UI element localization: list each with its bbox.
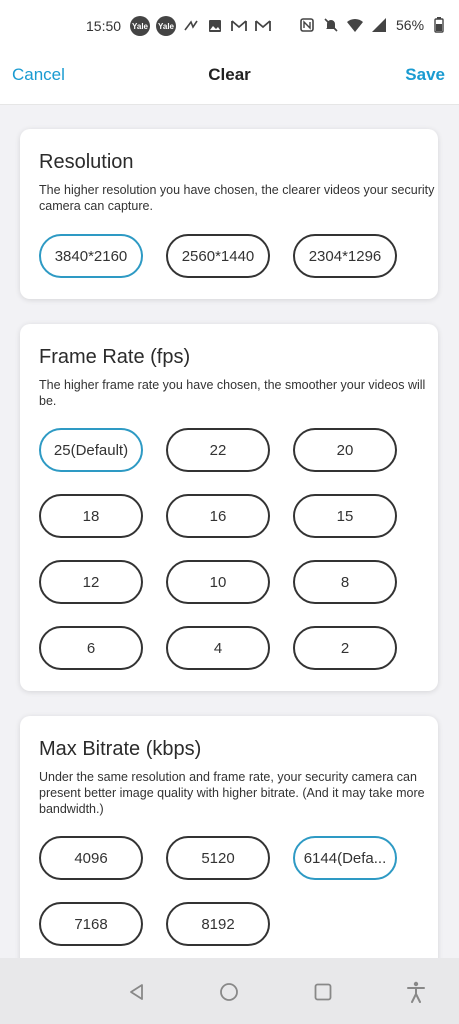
fps-option-2[interactable]: 2	[293, 626, 397, 670]
resolution-description: The higher resolution you have chosen, t…	[39, 183, 435, 213]
gallery-icon	[206, 17, 224, 35]
fps-option-6[interactable]: 6	[39, 626, 143, 670]
fps-option-16[interactable]: 16	[166, 494, 270, 538]
status-time: 15:50	[86, 18, 122, 34]
gmail-icon-2	[254, 17, 272, 35]
frame-rate-description: The higher frame rate you have chosen, t…	[39, 378, 426, 408]
recents-icon[interactable]	[311, 980, 335, 1004]
home-icon[interactable]	[217, 980, 241, 1004]
battery-icon	[430, 16, 448, 34]
bitrate-option-8192[interactable]: 8192	[166, 902, 270, 946]
max-bitrate-card: Max Bitrate (kbps) Under the same resolu…	[20, 716, 438, 976]
status-bar: 15:50 Yale Yale 56%	[0, 0, 459, 52]
resolution-option-2560[interactable]: 2560*1440	[166, 234, 270, 278]
yale-app-icon-2: Yale	[156, 16, 176, 36]
fps-option-20[interactable]: 20	[293, 428, 397, 472]
frame-rate-title: Frame Rate (fps)	[39, 346, 191, 368]
app-bar: Clear Cancel Save	[0, 52, 459, 105]
bitrate-option-6144[interactable]: 6144(Defa...	[293, 836, 397, 880]
signal-icon	[370, 16, 388, 34]
yale-app-icon: Yale	[130, 16, 150, 36]
resolution-option-3840[interactable]: 3840*2160	[39, 234, 143, 278]
bitrate-option-4096[interactable]: 4096	[39, 836, 143, 880]
max-bitrate-description: Under the same resolution and frame rate…	[39, 770, 425, 816]
max-bitrate-title: Max Bitrate (kbps)	[39, 738, 202, 760]
battery-percent: 56%	[396, 17, 425, 33]
resolution-title: Resolution	[39, 151, 134, 173]
bitrate-option-7168[interactable]: 7168	[39, 902, 143, 946]
nfc-icon	[298, 16, 316, 34]
system-nav-bar	[0, 958, 459, 1024]
wifi-icon	[346, 16, 364, 34]
page-title: Clear	[208, 65, 251, 84]
notification-icon	[182, 17, 200, 35]
back-icon[interactable]	[125, 980, 149, 1004]
fps-option-15[interactable]: 15	[293, 494, 397, 538]
mute-icon	[322, 16, 340, 34]
fps-option-8[interactable]: 8	[293, 560, 397, 604]
save-button[interactable]: Save	[405, 65, 445, 85]
fps-option-18[interactable]: 18	[39, 494, 143, 538]
fps-option-12[interactable]: 12	[39, 560, 143, 604]
fps-option-4[interactable]: 4	[166, 626, 270, 670]
bitrate-option-5120[interactable]: 5120	[166, 836, 270, 880]
fps-option-25[interactable]: 25(Default)	[39, 428, 143, 472]
frame-rate-card: Frame Rate (fps) The higher frame rate y…	[20, 324, 438, 691]
gmail-icon	[230, 17, 248, 35]
resolution-card: Resolution The higher resolution you hav…	[20, 129, 438, 299]
cancel-button[interactable]: Cancel	[12, 65, 65, 85]
accessibility-icon[interactable]	[404, 980, 428, 1004]
fps-option-22[interactable]: 22	[166, 428, 270, 472]
fps-option-10[interactable]: 10	[166, 560, 270, 604]
resolution-option-2304[interactable]: 2304*1296	[293, 234, 397, 278]
